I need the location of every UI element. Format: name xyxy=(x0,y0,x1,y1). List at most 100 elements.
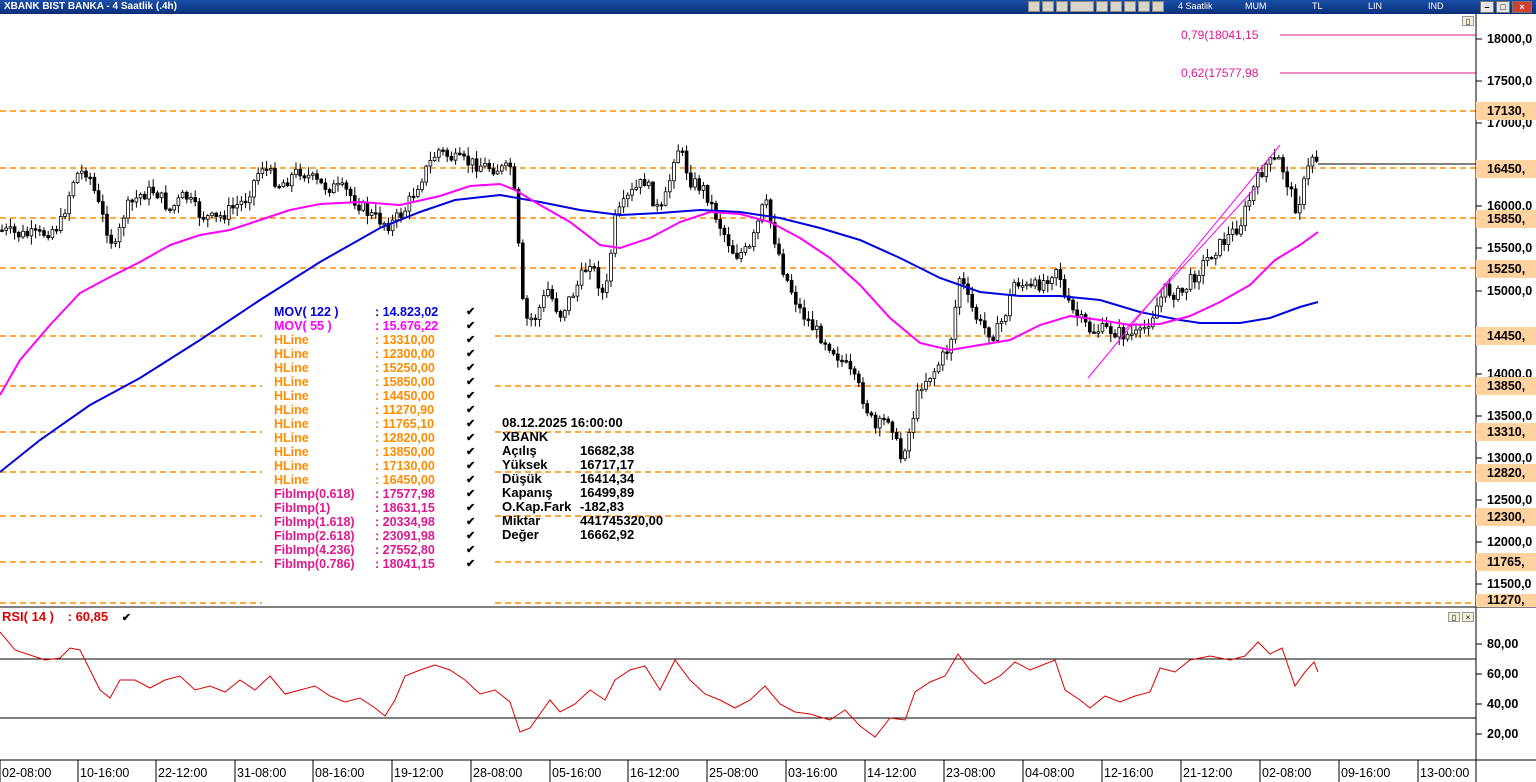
candle-body xyxy=(289,174,294,187)
candle-body xyxy=(1222,239,1227,245)
legend-value: : 18631,15 xyxy=(375,501,435,515)
panel-maximize-icon[interactable]: ▯ xyxy=(1448,612,1460,622)
trend-line[interactable] xyxy=(1087,144,1281,379)
info-key: Düşük xyxy=(502,471,542,486)
candle-body xyxy=(722,227,727,236)
candle-body xyxy=(785,274,790,281)
toolbar-icon[interactable] xyxy=(1110,1,1122,12)
time-axis-label: 10-16:00 xyxy=(80,766,130,780)
visibility-check-icon[interactable]: ✔ xyxy=(466,333,475,347)
candle-body xyxy=(235,204,240,209)
candle-body xyxy=(361,202,365,211)
fib-label: 0,79(18041,15 xyxy=(1181,28,1259,42)
toolbar-icon[interactable] xyxy=(1056,1,1068,12)
visibility-check-icon[interactable]: ✔ xyxy=(466,375,475,389)
rsi-check-icon[interactable]: ✔ xyxy=(122,612,131,624)
candle-body xyxy=(1016,282,1021,287)
candle-body xyxy=(1109,326,1113,334)
visibility-check-icon[interactable]: ✔ xyxy=(466,319,475,333)
visibility-check-icon[interactable]: ✔ xyxy=(466,557,475,571)
price-chart[interactable] xyxy=(0,14,1536,782)
candle-body xyxy=(605,280,609,293)
candle-body xyxy=(243,200,248,204)
period-selector[interactable]: 4 Saatlik xyxy=(1178,1,1213,11)
minimize-button[interactable]: – xyxy=(1480,1,1494,13)
visibility-check-icon[interactable]: ✔ xyxy=(466,403,475,417)
candle-body xyxy=(59,216,63,231)
candle-body xyxy=(886,418,890,423)
toolbar-icon[interactable] xyxy=(1042,1,1054,12)
candle-body xyxy=(861,382,865,405)
legend-value: : 17130,00 xyxy=(375,459,435,473)
visibility-check-icon[interactable]: ✔ xyxy=(466,543,475,557)
candle-body xyxy=(504,162,508,167)
toolbar-icon[interactable] xyxy=(1138,1,1150,12)
panel-settings-icon[interactable]: ▯ xyxy=(1462,16,1474,26)
candle-body xyxy=(731,245,735,254)
toolbar-icon[interactable] xyxy=(1028,1,1040,12)
legend-value: : 20334,98 xyxy=(375,515,435,529)
visibility-check-icon[interactable]: ✔ xyxy=(466,347,475,361)
candle-body xyxy=(285,182,290,187)
visibility-check-icon[interactable]: ✔ xyxy=(466,515,475,529)
toolbar-icon[interactable] xyxy=(1152,1,1164,12)
visibility-check-icon[interactable]: ✔ xyxy=(466,459,475,473)
candle-body xyxy=(336,182,340,186)
candle-body xyxy=(38,229,42,232)
hline-price-box: 14450, xyxy=(1476,327,1536,345)
visibility-check-icon[interactable]: ✔ xyxy=(466,501,475,515)
toolbar-icon[interactable] xyxy=(1096,1,1108,12)
candle-body xyxy=(394,212,399,221)
candle-body xyxy=(999,320,1004,324)
trend-line[interactable] xyxy=(1124,187,1256,331)
toolbar-icon[interactable] xyxy=(1070,1,1094,12)
candle-body xyxy=(1289,186,1294,190)
info-value: -182,83 xyxy=(580,499,625,514)
candle-body xyxy=(1117,327,1122,338)
candle-body xyxy=(1201,260,1206,276)
restore-button[interactable]: □ xyxy=(1496,1,1510,13)
legend-name: MOV( 122 ) xyxy=(274,305,339,319)
close-button[interactable]: × xyxy=(1512,1,1532,13)
candle-body xyxy=(88,176,93,180)
legend-name: HLine xyxy=(274,389,309,403)
visibility-check-icon[interactable]: ✔ xyxy=(466,417,475,431)
candle-body xyxy=(1071,299,1075,311)
rsi-value: : 60,85 xyxy=(67,609,109,624)
visibility-check-icon[interactable]: ✔ xyxy=(466,487,475,501)
visibility-check-icon[interactable]: ✔ xyxy=(466,529,475,543)
candle-body xyxy=(1138,327,1143,331)
candle-body xyxy=(1218,239,1222,256)
candle-body xyxy=(25,230,29,237)
legend-value: : 11270,90 xyxy=(375,403,435,417)
candle-body xyxy=(630,188,634,196)
info-datetime: 08.12.2025 16:00:00 xyxy=(502,415,623,430)
candle-body xyxy=(810,319,815,331)
rsi-axis-label: 60,00 xyxy=(1487,667,1519,681)
currency-selector[interactable]: TL xyxy=(1312,1,1323,11)
rsi-name: RSI( 14 ) xyxy=(2,609,55,624)
candle-body xyxy=(663,191,668,206)
candle-body xyxy=(33,228,38,231)
visibility-check-icon[interactable]: ✔ xyxy=(466,305,475,319)
candle-body xyxy=(1310,156,1315,167)
toolbar-icon[interactable] xyxy=(1124,1,1136,12)
info-row: Kapanış 16499,89 xyxy=(502,486,634,500)
chart-type-selector[interactable]: MUM xyxy=(1245,1,1267,11)
indicator-selector[interactable]: IND xyxy=(1428,1,1444,11)
candle-body xyxy=(373,212,378,215)
hline-price-box: 11270, xyxy=(1476,594,1536,607)
candle-body xyxy=(252,180,256,198)
candle-body xyxy=(483,162,487,167)
candle-body xyxy=(676,150,680,163)
visibility-check-icon[interactable]: ✔ xyxy=(466,431,475,445)
candle-body xyxy=(987,327,991,338)
visibility-check-icon[interactable]: ✔ xyxy=(466,473,475,487)
visibility-check-icon[interactable]: ✔ xyxy=(466,361,475,375)
scale-selector[interactable]: LIN xyxy=(1368,1,1382,11)
candle-body xyxy=(1176,287,1180,300)
visibility-check-icon[interactable]: ✔ xyxy=(466,445,475,459)
panel-close-icon[interactable]: × xyxy=(1462,612,1474,622)
candle-body xyxy=(869,412,874,416)
visibility-check-icon[interactable]: ✔ xyxy=(466,389,475,403)
